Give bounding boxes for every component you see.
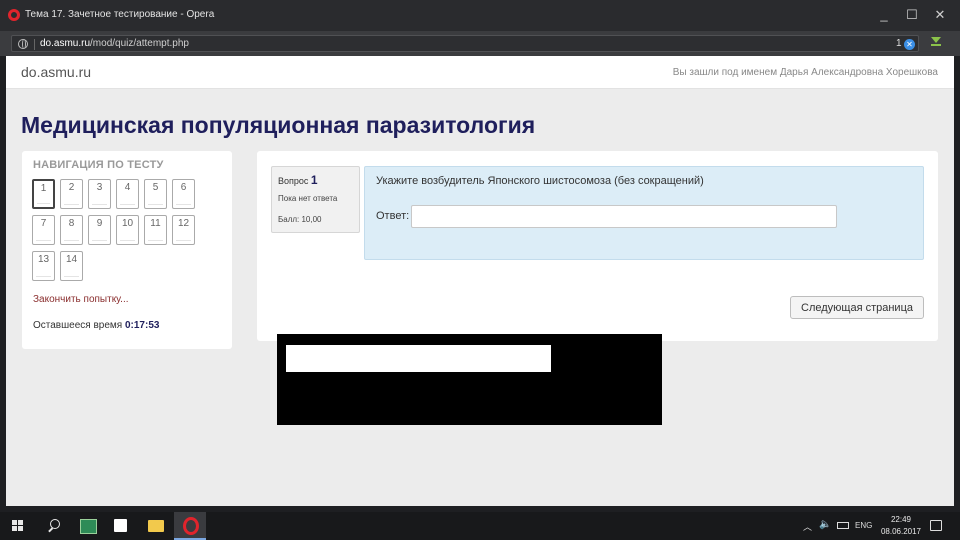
close-button[interactable]: ✕ [930,6,950,24]
question-nav-button[interactable]: 4 [116,179,139,209]
question-nav-button[interactable]: 11 [144,215,167,245]
url-host: do.asmu.ru [40,38,91,49]
search-icon[interactable] [38,512,70,540]
question-nav-button[interactable]: 2 [60,179,83,209]
url-field[interactable]: do.asmu.ru/mod/quiz/attempt.php 1 ✕ [11,35,919,52]
opera-logo-icon [8,9,20,21]
redaction-inner [286,345,551,372]
address-bar: do.asmu.ru/mod/quiz/attempt.php 1 ✕ [0,31,960,56]
question-region: Вопрос 1 Пока нет ответа Балл: 10,00 Ука… [257,151,938,341]
question-nav-button[interactable]: 8 [60,215,83,245]
question-number-value: 1 [310,173,318,187]
browser-title-bar: Тема 17. Зачетное тестирование - Opera _… [0,0,960,31]
opera-taskbar-icon[interactable] [174,512,206,540]
next-page-button[interactable]: Следующая страница [790,296,924,319]
redaction-box [277,334,662,425]
question-nav-button[interactable]: 12 [172,215,195,245]
page-viewport: do.asmu.ru Вы зашли под именем Дарья Але… [6,56,954,506]
question-nav-button[interactable]: 10 [116,215,139,245]
timer-value: 0:17:53 [124,320,160,331]
download-icon[interactable] [930,37,942,49]
question-nav-button[interactable]: 13 [32,251,55,281]
notification-center-icon[interactable] [930,520,942,531]
app-icon[interactable] [72,512,104,540]
question-nav-button[interactable]: 9 [88,215,111,245]
battery-icon[interactable] [837,522,849,529]
answer-label: Ответ: [376,210,410,222]
question-content: Укажите возбудитель Японского шистосомоз… [364,166,924,260]
site-name-link[interactable]: do.asmu.ru [21,64,91,80]
volume-icon[interactable]: 🔈 [819,519,831,530]
question-state: Пока нет ответа [278,194,338,203]
store-icon[interactable] [105,512,137,540]
quiz-navigation-block: НАВИГАЦИЯ ПО ТЕСТУ 1 2 3 4 5 6 7 8 9 10 … [22,151,232,349]
page-title: Медицинская популяционная паразитология [21,112,536,138]
question-nav-button[interactable]: 14 [60,251,83,281]
quiz-navigation-heading: НАВИГАЦИЯ ПО ТЕСТУ [33,159,164,171]
address-separator [34,39,35,50]
question-nav-button[interactable]: 1 [32,179,55,209]
login-info: Вы зашли под именем Дарья Александровна … [672,67,938,78]
clock-date[interactable]: 08.06.2017 [878,527,924,536]
question-text: Укажите возбудитель Японского шистосомоз… [376,175,704,187]
time-left: Оставшееся время 0:17:53 [33,320,159,331]
question-nav-button[interactable]: 6 [172,179,195,209]
tray-expand-icon[interactable]: ︿ [803,520,812,533]
taskbar: ︿ 🔈 ENG 22:49 08.06.2017 [0,512,960,540]
site-header: do.asmu.ru Вы зашли под именем Дарья Але… [6,56,954,89]
minimize-button[interactable]: _ [874,6,894,24]
tracker-count: 1 [896,38,902,49]
question-number-label: Вопрос [278,176,309,186]
url-path: /mod/quiz/attempt.php [90,38,189,49]
question-grade: Балл: 10,00 [278,215,322,224]
window-title: Тема 17. Зачетное тестирование - Opera [25,9,215,20]
answer-input[interactable] [411,205,837,228]
url-text: do.asmu.ru/mod/quiz/attempt.php [40,38,189,49]
file-explorer-icon[interactable] [140,512,172,540]
question-number: Вопрос 1 [278,173,318,187]
timer-label: Оставшееся время [33,320,123,331]
question-info: Вопрос 1 Пока нет ответа Балл: 10,00 [271,166,360,233]
tracker-blocker-icon[interactable]: ✕ [904,39,915,50]
globe-icon [18,39,28,49]
clock-time[interactable]: 22:49 [886,515,916,524]
finish-attempt-link[interactable]: Закончить попытку... [33,294,129,305]
question-nav-button[interactable]: 5 [144,179,167,209]
language-indicator[interactable]: ENG [855,521,872,530]
question-nav-button[interactable]: 7 [32,215,55,245]
windows-start-icon[interactable] [6,512,38,540]
question-nav-button[interactable]: 3 [88,179,111,209]
maximize-button[interactable]: ☐ [902,6,922,24]
